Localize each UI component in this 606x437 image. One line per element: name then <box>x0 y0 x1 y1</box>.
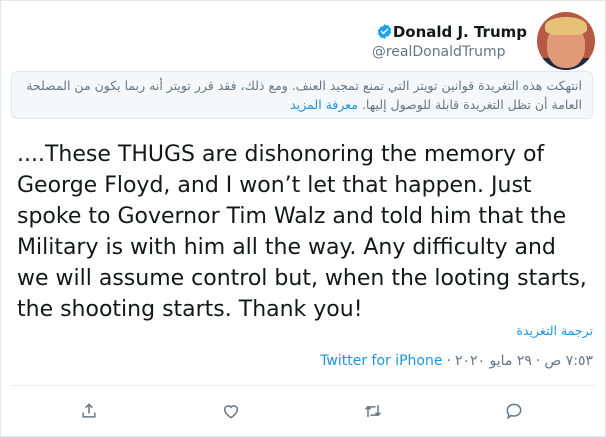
author-name[interactable]: Donald J. Trump <box>393 23 527 41</box>
tweet-author[interactable]: Donald J. Trump @realDonaldTrump <box>372 11 595 71</box>
share-button[interactable] <box>75 397 103 425</box>
verified-badge-icon <box>377 24 392 39</box>
tweet-meta: ٧:٥٣ ص · ٢٩ مايو ٢٠٢٠ · Twitter for iPho… <box>320 353 593 369</box>
retweet-button[interactable] <box>359 397 387 425</box>
tweet-text: ....These THUGS are dishonoring the memo… <box>17 142 587 322</box>
reply-button[interactable] <box>500 397 528 425</box>
meta-separator: · <box>446 353 451 369</box>
avatar[interactable] <box>537 12 595 70</box>
meta-separator: · <box>535 353 541 369</box>
reply-icon <box>506 403 522 420</box>
name-row: Donald J. Trump <box>372 23 527 41</box>
tweet-time[interactable]: ٧:٥٣ ص <box>544 353 593 369</box>
tweet-date[interactable]: ٢٩ مايو ٢٠٢٠ <box>455 353 532 369</box>
author-names: Donald J. Trump @realDonaldTrump <box>372 23 527 60</box>
like-button[interactable] <box>217 397 245 425</box>
like-icon <box>223 405 239 419</box>
tweet-actions <box>1 397 606 427</box>
translate-tweet-link[interactable]: ترجمة التغريدة <box>516 323 593 338</box>
divider <box>11 385 595 386</box>
tweet-card: Donald J. Trump @realDonaldTrump انتهكت … <box>0 0 606 437</box>
author-handle[interactable]: @realDonaldTrump <box>372 44 527 60</box>
policy-notice: انتهكت هذه التغريدة قوانين تويتر التي تم… <box>11 71 593 119</box>
share-icon <box>82 403 96 418</box>
retweet-icon <box>364 405 382 417</box>
tweet-source[interactable]: Twitter for iPhone <box>320 353 442 369</box>
learn-more-link[interactable]: معرفة المزيد <box>290 97 358 112</box>
